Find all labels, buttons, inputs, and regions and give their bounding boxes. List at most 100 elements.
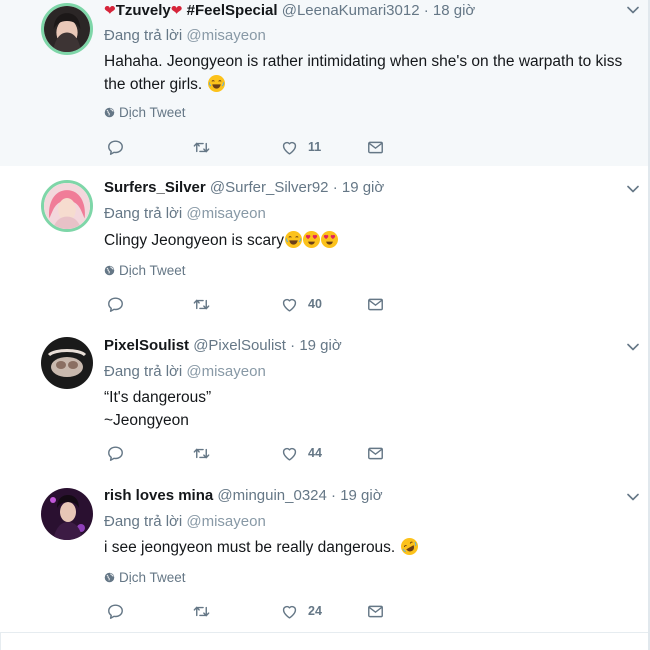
replying-to-handle[interactable]: @misayeon xyxy=(186,363,265,380)
retweet-icon xyxy=(192,138,211,157)
translate-link[interactable]: Dịch Tweet xyxy=(104,570,186,585)
replying-to-handle[interactable]: @misayeon xyxy=(186,205,265,222)
tweet-3[interactable]: PixelSoulist @PixelSoulist · 19 giờ Đang… xyxy=(0,323,648,473)
tweet-1[interactable]: ❤Tzuvely❤ #FeelSpecial @LeenaKumari3012 … xyxy=(0,0,648,167)
direct-message-button[interactable] xyxy=(366,601,385,621)
username[interactable]: @PixelSoulist xyxy=(193,337,286,354)
timestamp[interactable]: 19 giờ xyxy=(342,179,384,196)
avatar[interactable] xyxy=(41,180,93,232)
timestamp[interactable]: 18 giờ xyxy=(433,2,475,19)
chevron-down-icon[interactable] xyxy=(626,490,640,504)
dm-icon xyxy=(366,295,385,314)
like-button[interactable]: 44 xyxy=(280,443,322,463)
timestamp-separator: · xyxy=(331,487,337,504)
like-count: 44 xyxy=(308,446,322,460)
retweet-button[interactable] xyxy=(192,443,211,463)
display-name[interactable]: PixelSoulist xyxy=(104,337,189,354)
timestamp-separator: · xyxy=(290,337,296,354)
timestamp[interactable]: 19 giờ xyxy=(299,337,341,354)
tweet-actions: 11 xyxy=(104,137,404,159)
tweet-text-line: “It's dangerous” xyxy=(104,389,212,406)
like-count: 24 xyxy=(308,604,322,618)
rolling-on-floor-laughing-emoji-icon xyxy=(400,538,418,555)
dm-icon xyxy=(366,138,385,157)
avatar[interactable] xyxy=(41,488,93,540)
translate-link[interactable]: Dịch Tweet xyxy=(104,263,186,278)
like-count: 11 xyxy=(308,140,322,154)
retweet-icon xyxy=(192,295,211,314)
replying-to-label: Đang trả lời xyxy=(104,513,183,530)
replying-to: Đang trả lời @misayeon xyxy=(104,27,266,44)
tweet-header: PixelSoulist @PixelSoulist · 19 giờ xyxy=(104,337,342,355)
chevron-down-icon[interactable] xyxy=(626,3,640,17)
tweet-actions: 44 xyxy=(104,443,404,465)
timestamp-separator: · xyxy=(332,179,338,196)
replying-to: Đang trả lời @misayeon xyxy=(104,363,266,380)
heart-emoji-icon: ❤ xyxy=(104,2,116,18)
translate-label[interactable]: Dịch Tweet xyxy=(119,263,186,278)
replying-to: Đang trả lời @misayeon xyxy=(104,205,266,222)
globe-icon xyxy=(104,265,115,276)
heart-emoji-icon: ❤ xyxy=(170,2,183,18)
username[interactable]: @Surfer_Silver92 xyxy=(210,179,329,196)
replying-to-handle[interactable]: @misayeon xyxy=(186,513,265,530)
replying-to-label: Đang trả lời xyxy=(104,27,183,44)
reply-icon xyxy=(106,295,125,314)
dm-icon xyxy=(366,602,385,621)
tweet-actions: 40 xyxy=(104,294,404,316)
timestamp[interactable]: 19 giờ xyxy=(340,487,382,504)
tears-of-joy-emoji-icon xyxy=(285,231,303,248)
like-button[interactable]: 24 xyxy=(280,601,322,621)
chevron-down-icon[interactable] xyxy=(626,340,640,354)
direct-message-button[interactable] xyxy=(366,294,385,314)
like-icon xyxy=(280,602,299,621)
tweet-header: ❤Tzuvely❤ #FeelSpecial @LeenaKumari3012 … xyxy=(104,1,475,20)
reply-icon xyxy=(106,138,125,157)
tweet-text: Hahaha. Jeongyeon is rather intimidating… xyxy=(104,50,644,96)
retweet-icon xyxy=(192,602,211,621)
tweet-text-line: ~Jeongyeon xyxy=(104,412,189,429)
timestamp-separator: · xyxy=(423,2,429,19)
translate-label[interactable]: Dịch Tweet xyxy=(119,105,186,120)
translate-link[interactable]: Dịch Tweet xyxy=(104,105,186,120)
tweet-text-body: i see jeongyeon must be really dangerous… xyxy=(104,539,396,556)
tweet-header: Surfers_Silver @Surfer_Silver92 · 19 giờ xyxy=(104,179,384,197)
retweet-button[interactable] xyxy=(192,294,211,314)
like-icon xyxy=(280,138,299,157)
chevron-down-icon[interactable] xyxy=(626,182,640,196)
tweet-2[interactable]: Surfers_Silver @Surfer_Silver92 · 19 giờ… xyxy=(0,166,648,324)
heart-eyes-emoji-icon xyxy=(303,231,321,248)
retweet-icon xyxy=(192,444,211,463)
retweet-button[interactable] xyxy=(192,601,211,621)
reply-button[interactable] xyxy=(106,294,125,314)
replying-to-handle[interactable]: @misayeon xyxy=(186,27,265,44)
globe-icon xyxy=(104,107,115,118)
translate-label[interactable]: Dịch Tweet xyxy=(119,570,186,585)
like-button[interactable]: 11 xyxy=(280,137,321,157)
reply-button[interactable] xyxy=(106,137,125,157)
tweet-text: “It's dangerous” ~Jeongyeon xyxy=(104,386,644,432)
tweet-4[interactable]: rish loves mina @minguin_0324 · 19 giờ Đ… xyxy=(0,472,648,633)
reply-button[interactable] xyxy=(106,601,125,621)
direct-message-button[interactable] xyxy=(366,443,385,463)
reply-button[interactable] xyxy=(106,443,125,463)
tweet-text-body: Clingy Jeongyeon is scary xyxy=(104,232,285,249)
direct-message-button[interactable] xyxy=(366,137,385,157)
like-button[interactable]: 40 xyxy=(280,294,322,314)
tweet-text-body: Hahaha. Jeongyeon is rather intimidating… xyxy=(104,53,623,93)
heart-eyes-emoji-icon xyxy=(321,231,339,248)
tweet-text: Clingy Jeongyeon is scary xyxy=(104,229,644,252)
username[interactable]: @LeenaKumari3012 xyxy=(282,2,420,19)
retweet-button[interactable] xyxy=(192,137,211,157)
tweet-actions: 24 xyxy=(104,601,404,623)
hashtag[interactable]: #FeelSpecial xyxy=(187,2,278,19)
avatar[interactable] xyxy=(41,337,93,389)
timeline-divider xyxy=(0,632,648,633)
display-name[interactable]: rish loves mina xyxy=(104,487,213,504)
replying-to: Đang trả lời @misayeon xyxy=(104,513,266,530)
display-name[interactable]: Surfers_Silver xyxy=(104,179,206,196)
display-name[interactable]: Tzuvely xyxy=(116,2,171,19)
replying-to-label: Đang trả lời xyxy=(104,205,183,222)
avatar[interactable] xyxy=(41,3,93,55)
username[interactable]: @minguin_0324 xyxy=(217,487,326,504)
